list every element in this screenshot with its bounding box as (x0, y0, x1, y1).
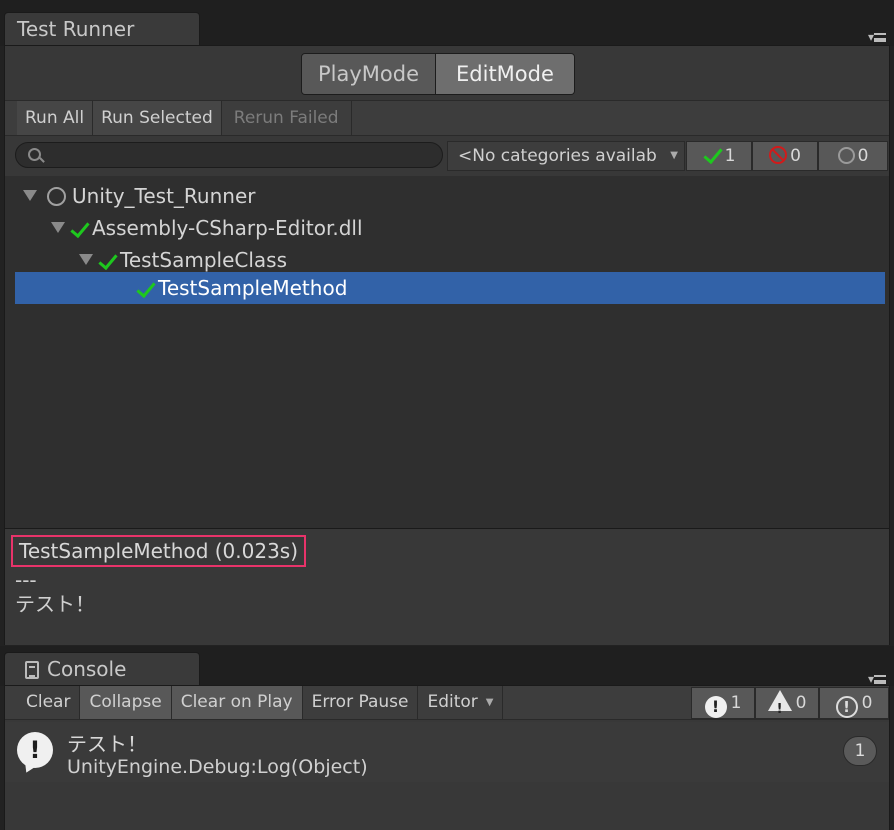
tree-row-assembly[interactable]: Assembly-CSharp-Editor.dll (15, 212, 885, 244)
not-run-icon (837, 147, 855, 164)
run-all-button[interactable]: Run All (17, 101, 94, 135)
passed-filter-toggle[interactable]: 1 (686, 141, 752, 171)
category-dropdown[interactable]: <No categories availab ▼ (447, 141, 685, 171)
rerun-failed-button[interactable]: Rerun Failed (221, 101, 352, 135)
expand-arrow-icon[interactable] (51, 222, 65, 233)
test-tree: Unity_Test_Runner Assembly-CSharp-Editor… (5, 176, 889, 528)
expand-arrow-icon[interactable] (23, 190, 37, 201)
clear-on-play-toggle[interactable]: Clear on Play (171, 686, 303, 719)
test-runner-tabbar: Test Runner ▾ (0, 0, 894, 46)
warning-filter-toggle[interactable]: 0 (755, 687, 819, 725)
window-menu-icon[interactable]: ▾ (868, 672, 886, 686)
test-runner-panel: PlayMode EditMode Run All Run Selected R… (4, 45, 890, 645)
error-filter-toggle[interactable]: ! 0 (819, 687, 889, 719)
warning-count: 0 (795, 693, 807, 713)
checkmark-icon (98, 249, 118, 271)
tree-row-method[interactable]: TestSampleMethod (15, 272, 885, 304)
console-icon (25, 661, 39, 679)
mode-switch: PlayMode EditMode (301, 53, 575, 95)
error-count: 0 (861, 693, 873, 713)
warning-icon (767, 690, 792, 725)
tab-console[interactable]: Console (4, 652, 200, 686)
tree-row-label: Assembly-CSharp-Editor.dll (92, 216, 363, 240)
window-menu-icon[interactable]: ▾ (868, 30, 886, 44)
console-tab-label: Console (47, 657, 127, 681)
clear-button[interactable]: Clear (17, 686, 81, 719)
chevron-down-icon: ▼ (485, 697, 494, 708)
tab-test-runner[interactable]: Test Runner (4, 12, 200, 46)
failed-icon (769, 146, 788, 164)
failed-filter-toggle[interactable]: 0 (752, 141, 818, 171)
editor-dropdown[interactable]: Editor ▼ (418, 686, 504, 719)
search-input[interactable] (15, 142, 443, 168)
info-count: 1 (730, 693, 742, 713)
tree-row-label: TestSampleMethod (158, 276, 348, 300)
error-pause-toggle[interactable]: Error Pause (302, 686, 419, 719)
test-details-pane: TestSampleMethod (0.023s) --- テスト！ (5, 528, 889, 645)
tree-row-label: TestSampleClass (120, 248, 287, 272)
not-run-icon (47, 187, 66, 206)
mode-bar: PlayMode EditMode (5, 46, 889, 100)
console-panel: Clear Collapse Clear on Play Error Pause… (4, 685, 890, 830)
test-result-message: テスト！ (15, 592, 95, 616)
checkmark-icon (70, 217, 90, 239)
log-stacktrace: UnityEngine.Debug:Log(Object) (67, 756, 368, 778)
test-runner-toolbar: Run All Run Selected Rerun Failed (5, 100, 889, 136)
not-run-filter-toggle[interactable]: 0 (818, 141, 888, 171)
log-message: テスト！ (67, 732, 147, 756)
category-dropdown-label: <No categories availab (458, 146, 657, 166)
checkmark-icon (136, 277, 156, 299)
not-run-count: 0 (857, 146, 869, 166)
mode-playmode[interactable]: PlayMode (302, 54, 436, 94)
tree-row-label: Unity_Test_Runner (72, 184, 256, 208)
info-message-icon: ! (17, 732, 53, 768)
filter-bar: <No categories availab ▼ 1 0 0 (5, 136, 889, 176)
test-result-separator: --- (15, 568, 37, 592)
failed-count: 0 (790, 146, 801, 166)
log-collapse-count: 1 (843, 736, 877, 766)
log-entry[interactable]: ! テスト！ UnityEngine.Debug:Log(Object) 1 (5, 722, 889, 782)
editor-dropdown-label: Editor (427, 692, 478, 712)
checkmark-icon (702, 143, 723, 165)
collapse-toggle[interactable]: Collapse (80, 686, 172, 719)
search-icon (28, 148, 41, 161)
mode-editmode[interactable]: EditMode (435, 54, 574, 94)
info-icon: ! (704, 696, 727, 718)
tree-row-root[interactable]: Unity_Test_Runner (15, 180, 885, 212)
run-selected-button[interactable]: Run Selected (93, 101, 222, 135)
test-result-title: TestSampleMethod (0.023s) (11, 535, 307, 567)
expand-arrow-icon[interactable] (79, 254, 93, 265)
console-tabbar: Console ▾ (0, 646, 894, 686)
error-icon: ! (835, 696, 858, 718)
passed-count: 1 (724, 146, 736, 166)
chevron-down-icon: ▼ (670, 150, 678, 161)
info-filter-toggle[interactable]: ! 1 (691, 687, 755, 719)
